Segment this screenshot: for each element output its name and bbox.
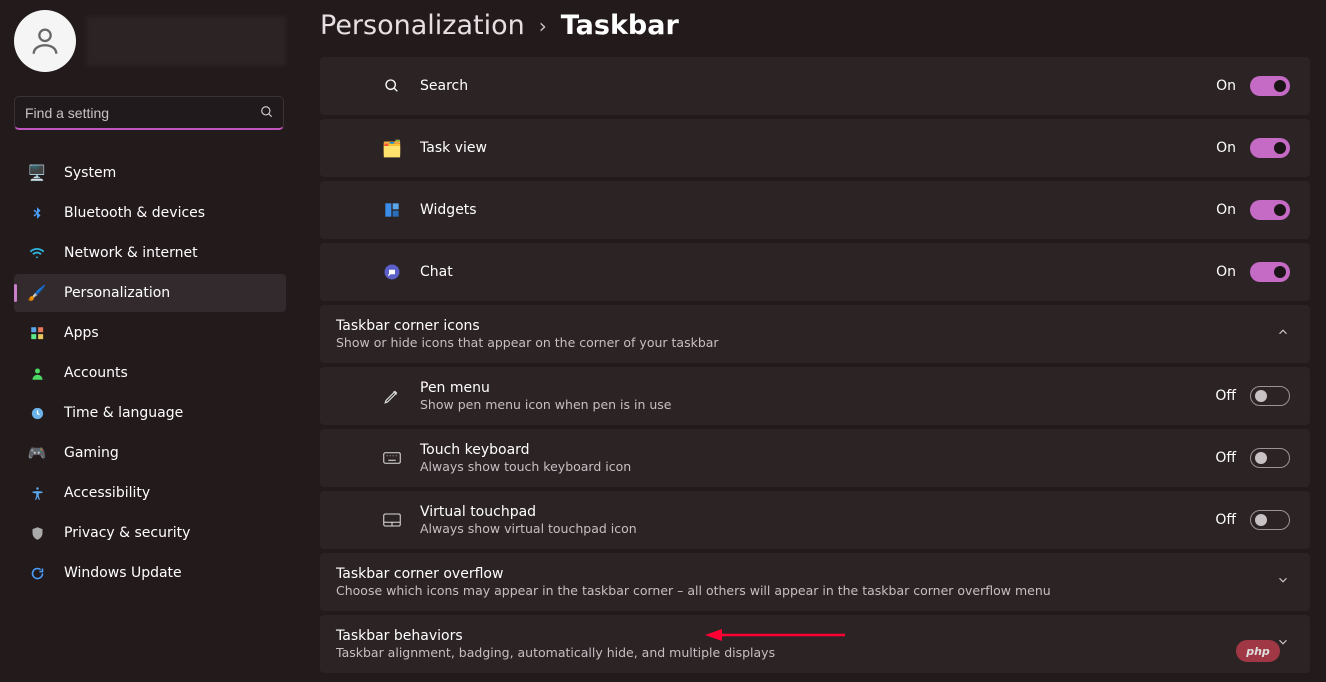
nav-accessibility[interactable]: Accessibility <box>14 474 286 512</box>
nav-label: Personalization <box>64 285 170 301</box>
nav-label: Gaming <box>64 445 119 461</box>
setting-sublabel: Always show virtual touchpad icon <box>420 521 1215 536</box>
section-title: Taskbar corner icons <box>336 318 1262 334</box>
search-icon <box>382 76 402 96</box>
nav-label: Time & language <box>64 405 183 421</box>
pen-icon <box>382 386 402 406</box>
chat-icon <box>382 262 402 282</box>
setting-label: Pen menu <box>420 380 1215 396</box>
clock-icon <box>28 404 46 422</box>
wifi-icon <box>28 244 46 262</box>
nav-label: System <box>64 165 116 181</box>
gamepad-icon: 🎮 <box>28 444 46 462</box>
search-field[interactable] <box>14 96 286 130</box>
taskview-icon: 🗂️ <box>382 138 402 158</box>
toggle-taskview[interactable] <box>1250 138 1290 158</box>
shield-icon <box>28 524 46 542</box>
setting-sublabel: Always show touch keyboard icon <box>420 459 1215 474</box>
setting-row-search[interactable]: Search On <box>320 57 1310 115</box>
widgets-icon <box>382 200 402 220</box>
setting-row-pen[interactable]: Pen menu Show pen menu icon when pen is … <box>320 367 1310 425</box>
nav-time-language[interactable]: Time & language <box>14 394 286 432</box>
setting-row-virtual-touchpad[interactable]: Virtual touchpad Always show virtual tou… <box>320 491 1310 549</box>
section-title: Taskbar corner overflow <box>336 566 1262 582</box>
nav-label: Privacy & security <box>64 525 190 541</box>
setting-label: Touch keyboard <box>420 442 1215 458</box>
toggle-state: On <box>1216 140 1236 156</box>
setting-label: Widgets <box>420 202 1216 218</box>
section-corner-icons[interactable]: Taskbar corner icons Show or hide icons … <box>320 305 1310 363</box>
section-overflow[interactable]: Taskbar corner overflow Choose which ico… <box>320 553 1310 611</box>
section-subtitle: Taskbar alignment, badging, automaticall… <box>336 645 1262 660</box>
update-icon <box>28 564 46 582</box>
toggle-pen[interactable] <box>1250 386 1290 406</box>
nav-system[interactable]: 🖥️ System <box>14 154 286 192</box>
avatar <box>14 10 76 72</box>
nav-list: 🖥️ System Bluetooth & devices Network & … <box>14 154 286 592</box>
setting-sublabel: Show pen menu icon when pen is in use <box>420 397 1215 412</box>
chevron-right-icon: › <box>539 14 547 38</box>
toggle-state: On <box>1216 202 1236 218</box>
section-subtitle: Show or hide icons that appear on the co… <box>336 335 1262 350</box>
nav-label: Apps <box>64 325 99 341</box>
toggle-state: Off <box>1215 388 1236 404</box>
breadcrumb-parent[interactable]: Personalization <box>320 10 525 41</box>
chevron-up-icon[interactable] <box>1276 325 1290 343</box>
profile-name-blurred <box>86 16 286 66</box>
section-subtitle: Choose which icons may appear in the tas… <box>336 583 1262 598</box>
toggle-state: Off <box>1215 450 1236 466</box>
setting-row-widgets[interactable]: Widgets On <box>320 181 1310 239</box>
user-icon <box>28 24 62 58</box>
nav-label: Accessibility <box>64 485 150 501</box>
nav-gaming[interactable]: 🎮 Gaming <box>14 434 286 472</box>
section-behaviors[interactable]: Taskbar behaviors Taskbar alignment, bad… <box>320 615 1310 673</box>
toggle-state: On <box>1216 264 1236 280</box>
chevron-down-icon[interactable] <box>1276 573 1290 591</box>
nav-privacy[interactable]: Privacy & security <box>14 514 286 552</box>
paintbrush-icon: 🖌️ <box>28 284 46 302</box>
nav-label: Bluetooth & devices <box>64 205 205 221</box>
bluetooth-icon <box>28 204 46 222</box>
setting-row-touch-keyboard[interactable]: Touch keyboard Always show touch keyboar… <box>320 429 1310 487</box>
apps-icon <box>28 324 46 342</box>
nav-label: Windows Update <box>64 565 182 581</box>
search-input[interactable] <box>14 96 284 130</box>
accessibility-icon <box>28 484 46 502</box>
section-title: Taskbar behaviors <box>336 628 1262 644</box>
main-panel: Personalization › Taskbar Search On 🗂️ T… <box>300 0 1326 682</box>
nav-windows-update[interactable]: Windows Update <box>14 554 286 592</box>
setting-label: Virtual touchpad <box>420 504 1215 520</box>
toggle-state: On <box>1216 78 1236 94</box>
display-icon: 🖥️ <box>28 164 46 182</box>
setting-row-taskview[interactable]: 🗂️ Task view On <box>320 119 1310 177</box>
nav-apps[interactable]: Apps <box>14 314 286 352</box>
nav-accounts[interactable]: Accounts <box>14 354 286 392</box>
search-icon <box>260 105 274 123</box>
sidebar: 🖥️ System Bluetooth & devices Network & … <box>0 0 300 682</box>
toggle-widgets[interactable] <box>1250 200 1290 220</box>
toggle-virtual-touchpad[interactable] <box>1250 510 1290 530</box>
nav-personalization[interactable]: 🖌️ Personalization <box>14 274 286 312</box>
breadcrumb-current: Taskbar <box>561 10 679 41</box>
nav-label: Network & internet <box>64 245 198 261</box>
toggle-state: Off <box>1215 512 1236 528</box>
setting-label: Search <box>420 78 1216 94</box>
touchpad-icon <box>382 510 402 530</box>
toggle-chat[interactable] <box>1250 262 1290 282</box>
nav-network[interactable]: Network & internet <box>14 234 286 272</box>
setting-label: Chat <box>420 264 1216 280</box>
setting-label: Task view <box>420 140 1216 156</box>
nav-bluetooth[interactable]: Bluetooth & devices <box>14 194 286 232</box>
toggle-touch-keyboard[interactable] <box>1250 448 1290 468</box>
keyboard-icon <box>382 448 402 468</box>
nav-label: Accounts <box>64 365 128 381</box>
profile-row[interactable] <box>14 10 286 72</box>
person-icon <box>28 364 46 382</box>
setting-row-chat[interactable]: Chat On <box>320 243 1310 301</box>
breadcrumb: Personalization › Taskbar <box>320 10 1310 41</box>
toggle-search[interactable] <box>1250 76 1290 96</box>
php-watermark: php <box>1236 640 1280 662</box>
